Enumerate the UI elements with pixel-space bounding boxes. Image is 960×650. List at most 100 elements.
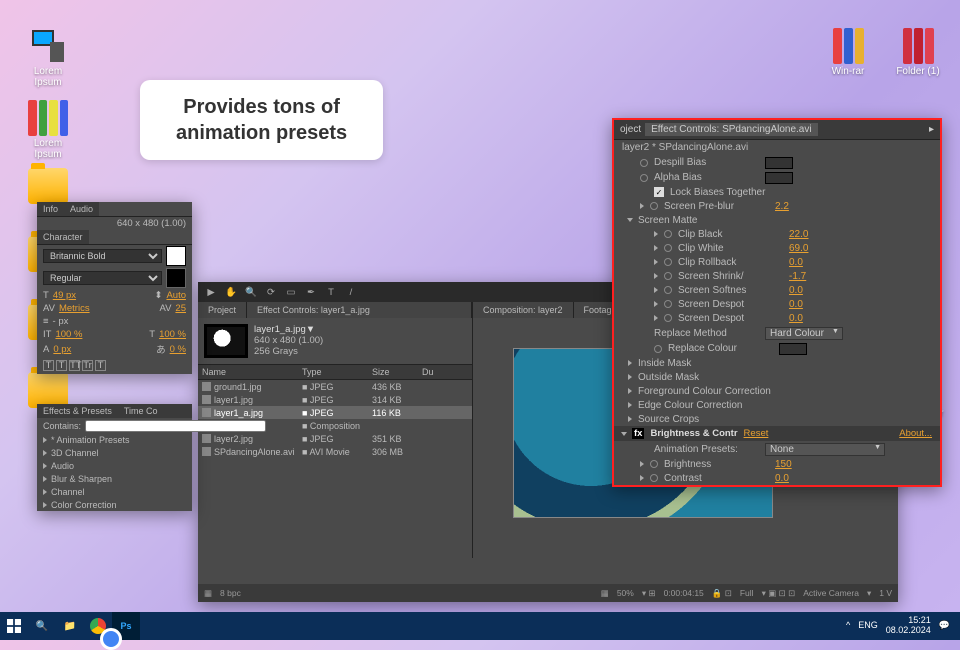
prop-value[interactable]: 0.0 bbox=[789, 313, 803, 324]
status-views[interactable]: 1 V bbox=[879, 588, 892, 598]
radio-icon[interactable] bbox=[664, 258, 672, 266]
tray-notifications-icon[interactable]: 💬 bbox=[939, 621, 950, 631]
collapse-icon[interactable] bbox=[621, 432, 627, 436]
fx-group[interactable]: Outside Mask bbox=[614, 370, 940, 384]
color-swatch[interactable] bbox=[765, 172, 793, 184]
col-size[interactable]: Size bbox=[372, 367, 422, 377]
prop-value[interactable]: 22.0 bbox=[789, 229, 808, 240]
col-type[interactable]: Type bbox=[302, 367, 372, 377]
desktop-icon-winrar[interactable]: Win-rar bbox=[820, 28, 876, 77]
start-button[interactable] bbox=[0, 612, 28, 640]
chrome-button[interactable] bbox=[84, 612, 112, 640]
dropdown-replace-method[interactable]: Hard Colour bbox=[765, 327, 843, 340]
col-name[interactable]: Name bbox=[202, 367, 302, 377]
status-resolution[interactable]: Full bbox=[740, 588, 754, 598]
stroke-width[interactable]: - px bbox=[53, 316, 69, 327]
pointer-tool-icon[interactable]: ▶ bbox=[204, 285, 218, 299]
tray-date[interactable]: 08.02.2024 bbox=[886, 626, 931, 636]
radio-icon[interactable] bbox=[664, 272, 672, 280]
expand-icon[interactable] bbox=[654, 231, 658, 237]
fx-group[interactable]: Inside Mask bbox=[614, 356, 940, 370]
expand-icon[interactable] bbox=[654, 287, 658, 293]
tab-time-controls[interactable]: Time Co bbox=[118, 404, 164, 418]
panel-menu-icon[interactable]: ▸ bbox=[929, 124, 934, 135]
pen-tool-icon[interactable]: ✒ bbox=[304, 285, 318, 299]
rect-tool-icon[interactable]: ▭ bbox=[284, 285, 298, 299]
search-button[interactable]: 🔍 bbox=[28, 612, 56, 640]
fx-group[interactable]: Source Crops bbox=[614, 412, 940, 426]
ep-category[interactable]: Color Correction bbox=[37, 498, 192, 511]
color-swatch[interactable] bbox=[779, 343, 807, 355]
tab-project-trunc[interactable]: oject bbox=[620, 124, 641, 135]
font-style-select[interactable]: Regular bbox=[43, 271, 162, 285]
tab-project[interactable]: Project bbox=[198, 302, 247, 318]
expand-icon[interactable] bbox=[654, 245, 658, 251]
radio-icon[interactable] bbox=[654, 345, 662, 353]
radio-icon[interactable] bbox=[664, 244, 672, 252]
hand-tool-icon[interactable]: ✋ bbox=[224, 285, 238, 299]
collapse-icon[interactable] bbox=[627, 218, 633, 222]
val-brightness[interactable]: 150 bbox=[775, 459, 792, 470]
link-reset[interactable]: Reset bbox=[744, 428, 769, 439]
type-tool-icon[interactable]: T bbox=[324, 285, 338, 299]
stroke-swatch[interactable] bbox=[166, 268, 186, 288]
radio-icon[interactable] bbox=[640, 159, 648, 167]
color-swatch[interactable] bbox=[765, 157, 793, 169]
checkbox-lock[interactable]: ✓ bbox=[654, 187, 664, 197]
radio-icon[interactable] bbox=[664, 314, 672, 322]
tab-composition[interactable]: Composition: layer2 bbox=[473, 302, 574, 318]
ep-category[interactable]: 3D Channel bbox=[37, 446, 192, 459]
val-preblur[interactable]: 2.2 bbox=[775, 201, 789, 212]
expand-icon[interactable] bbox=[640, 203, 644, 209]
tab-effects-presets[interactable]: Effects & Presets bbox=[37, 404, 118, 418]
radio-icon[interactable] bbox=[664, 286, 672, 294]
radio-icon[interactable] bbox=[650, 202, 658, 210]
desktop-icon-folder1[interactable]: Folder (1) bbox=[890, 28, 946, 77]
radio-icon[interactable] bbox=[664, 300, 672, 308]
radio-icon[interactable] bbox=[664, 230, 672, 238]
group-screen-matte[interactable]: Screen Matte bbox=[638, 215, 697, 226]
explorer-button[interactable]: 📁 bbox=[56, 612, 84, 640]
expand-icon[interactable] bbox=[654, 273, 658, 279]
font-size[interactable]: 49 px bbox=[53, 290, 76, 301]
hscale[interactable]: 100 % bbox=[159, 329, 186, 340]
baseline[interactable]: 0 px bbox=[53, 344, 71, 355]
fx-group[interactable]: Foreground Colour Correction bbox=[614, 384, 940, 398]
fx-toggle-icon[interactable]: fx bbox=[632, 428, 644, 439]
link-about[interactable]: About... bbox=[899, 428, 932, 439]
file-row[interactable]: layer2.jpg■ JPEG351 KB bbox=[198, 432, 472, 445]
tab-effect-controls[interactable]: Effect Controls: layer1_a.jpg bbox=[247, 302, 472, 318]
status-camera[interactable]: Active Camera bbox=[803, 588, 859, 598]
file-row[interactable]: SPdancingAlone.avi■ AVI Movie306 MB bbox=[198, 445, 472, 458]
effect-brightness-contrast[interactable]: Brightness & Contr bbox=[650, 428, 737, 439]
radio-icon[interactable] bbox=[640, 174, 648, 182]
ep-search-input[interactable] bbox=[85, 420, 266, 432]
val-contrast[interactable]: 0.0 bbox=[775, 473, 789, 484]
prop-value[interactable]: -1.7 bbox=[789, 271, 806, 282]
prop-value[interactable]: 69.0 bbox=[789, 243, 808, 254]
desktop-icon-pc[interactable]: Lorem Ipsum bbox=[20, 28, 76, 88]
expand-icon[interactable] bbox=[654, 315, 658, 321]
expand-icon[interactable] bbox=[654, 259, 658, 265]
tab-audio[interactable]: Audio bbox=[64, 202, 99, 216]
ep-category[interactable]: * Animation Presets bbox=[37, 433, 192, 446]
expand-icon[interactable] bbox=[654, 301, 658, 307]
file-row[interactable]: ground1.jpg■ JPEG436 KB bbox=[198, 380, 472, 393]
tab-character[interactable]: Character bbox=[37, 230, 89, 244]
tracking[interactable]: 25 bbox=[175, 303, 186, 314]
file-row[interactable]: layer1.jpg■ JPEG314 KB bbox=[198, 393, 472, 406]
ep-category[interactable]: Channel bbox=[37, 485, 192, 498]
tray-up-icon[interactable]: ^ bbox=[846, 621, 850, 631]
prop-value[interactable]: 0.0 bbox=[789, 257, 803, 268]
ep-category[interactable]: Audio bbox=[37, 459, 192, 472]
col-dur[interactable]: Du bbox=[422, 367, 434, 377]
dropdown-anim-presets[interactable]: None bbox=[765, 443, 885, 456]
vscale[interactable]: 100 % bbox=[55, 329, 82, 340]
fill-swatch[interactable] bbox=[166, 246, 186, 266]
kerning[interactable]: Metrics bbox=[59, 303, 90, 314]
prop-value[interactable]: 0.0 bbox=[789, 285, 803, 296]
ep-category[interactable]: Blur & Sharpen bbox=[37, 472, 192, 485]
prop-value[interactable]: 0.0 bbox=[789, 299, 803, 310]
expand-icon[interactable] bbox=[640, 475, 644, 481]
tab-effect-controls-active[interactable]: Effect Controls: SPdancingAlone.avi bbox=[645, 123, 817, 136]
